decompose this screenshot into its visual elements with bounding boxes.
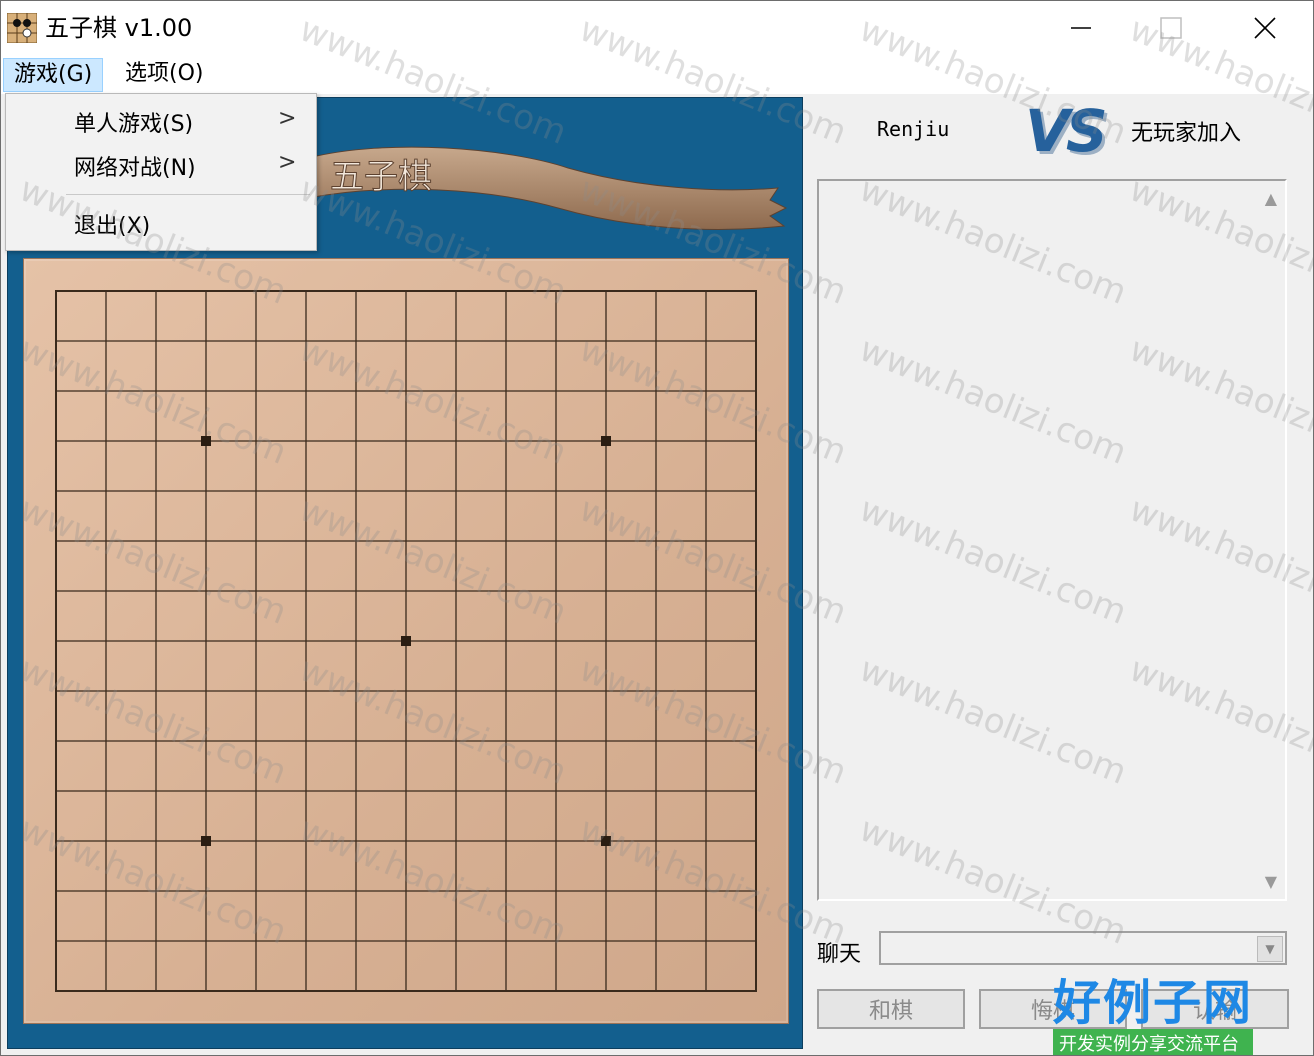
logo-sub-text: 开发实例分享交流平台 — [1053, 1029, 1254, 1055]
haolizi-logo: 好例子网 开发实例分享交流平台 — [1053, 963, 1254, 1055]
chat-label: 聊天 — [817, 942, 862, 967]
app-window: 五子棋 v1.00 游戏(G) 选项(O) 五子棋 Renjiu VS 无玩家加… — [0, 0, 1314, 1056]
star-point — [201, 436, 211, 446]
star-point — [601, 436, 611, 446]
scroll-up-icon[interactable]: ▲ — [1265, 189, 1277, 208]
chat-dropdown-button[interactable]: ▼ — [1257, 936, 1283, 962]
player-right-name: 无玩家加入 — [1131, 121, 1242, 146]
banner-title: 五子棋 — [330, 157, 432, 197]
draw-button[interactable]: 和棋 — [817, 989, 965, 1029]
board-grid[interactable] — [24, 259, 788, 1023]
vs-logo: VS — [1025, 97, 1108, 165]
title-bar[interactable]: 五子棋 v1.00 — [1, 1, 1313, 54]
star-point — [201, 836, 211, 846]
maximize-button[interactable] — [1125, 1, 1217, 54]
game-menu-dropdown: 单人游戏(S) > 网络对战(N) > 退出(X) — [5, 93, 317, 251]
menu-options[interactable]: 选项(O) — [115, 58, 213, 90]
logo-main-text: 好例子网 — [1053, 975, 1254, 1031]
gomoku-app-icon — [7, 13, 37, 43]
chevron-down-icon: ▼ — [1265, 942, 1275, 956]
star-point — [601, 836, 611, 846]
maximize-icon — [1160, 16, 1182, 39]
gomoku-board[interactable] — [23, 258, 789, 1024]
menu-bar: 游戏(G) 选项(O) — [1, 54, 1313, 94]
close-button[interactable] — [1219, 1, 1311, 54]
scroll-down-icon[interactable]: ▼ — [1265, 872, 1277, 891]
menu-separator — [66, 194, 310, 195]
minimize-icon — [1071, 26, 1091, 29]
title-ribbon: 五子棋 — [308, 146, 788, 230]
chat-log[interactable]: ▲ ▼ — [817, 179, 1287, 901]
player-left-name: Renjiu — [877, 117, 950, 141]
chat-input[interactable]: ▼ — [879, 931, 1287, 965]
submenu-arrow-icon: > — [278, 106, 297, 131]
close-icon — [1254, 16, 1276, 39]
minimize-button[interactable] — [1035, 1, 1127, 54]
menu-game[interactable]: 游戏(G) — [3, 58, 104, 92]
window-title: 五子棋 v1.00 — [45, 14, 193, 42]
menu-item-network-game[interactable]: 网络对战(N) — [74, 150, 196, 182]
star-point — [401, 636, 411, 646]
menu-item-exit[interactable]: 退出(X) — [74, 208, 150, 240]
menu-item-single-game[interactable]: 单人游戏(S) — [74, 106, 193, 138]
submenu-arrow-icon: > — [278, 150, 297, 175]
